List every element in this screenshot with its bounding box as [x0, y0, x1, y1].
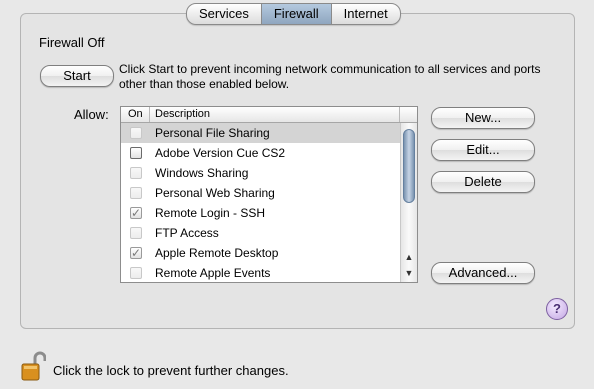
table-row[interactable]: Personal Web Sharing: [121, 183, 400, 203]
tab-bar: Services Firewall Internet: [186, 3, 401, 25]
new-button[interactable]: New...: [431, 107, 535, 129]
start-button[interactable]: Start: [40, 65, 114, 87]
checked-checkbox[interactable]: ✓: [130, 247, 142, 259]
allow-table: On Description Personal File Sharing Adob…: [120, 106, 418, 283]
row-label: Adobe Version Cue CS2: [155, 146, 286, 160]
row-label: Remote Apple Events: [155, 266, 271, 280]
tab-services[interactable]: Services: [187, 4, 261, 24]
checkbox[interactable]: [130, 187, 142, 199]
table-row[interactable]: Adobe Version Cue CS2: [121, 143, 400, 163]
row-label: FTP Access: [155, 226, 219, 240]
table-row[interactable]: Remote Apple Events: [121, 263, 400, 282]
scroll-down-arrow-icon[interactable]: ▼: [401, 266, 417, 280]
table-row[interactable]: ✓ Apple Remote Desktop: [121, 243, 400, 263]
row-label: Apple Remote Desktop: [155, 246, 279, 260]
row-label: Personal Web Sharing: [155, 186, 275, 200]
checkbox[interactable]: [130, 127, 142, 139]
table-row[interactable]: Windows Sharing: [121, 163, 400, 183]
column-header-on[interactable]: On: [121, 107, 150, 122]
tab-firewall[interactable]: Firewall: [260, 4, 331, 24]
column-header-description[interactable]: Description: [151, 107, 400, 122]
row-label: Windows Sharing: [155, 166, 249, 180]
help-button[interactable]: ?: [546, 298, 568, 320]
advanced-button[interactable]: Advanced...: [431, 262, 535, 284]
checked-checkbox[interactable]: ✓: [130, 207, 142, 219]
checkbox[interactable]: [130, 267, 142, 279]
delete-button[interactable]: Delete: [431, 171, 535, 193]
table-row[interactable]: ✓ Remote Login - SSH: [121, 203, 400, 223]
unlocked-padlock-icon[interactable]: [20, 350, 46, 382]
checkbox[interactable]: [130, 147, 142, 159]
scrollbar-thumb[interactable]: [403, 129, 415, 203]
table-scrollbar[interactable]: ▲ ▼: [400, 123, 417, 282]
scroll-up-arrow-icon[interactable]: ▲: [401, 250, 417, 264]
tab-internet[interactable]: Internet: [330, 4, 400, 24]
checkbox[interactable]: [130, 167, 142, 179]
table-rows: Personal File Sharing Adobe Version Cue C…: [121, 123, 400, 282]
row-label: Remote Login - SSH: [155, 206, 266, 220]
checkbox[interactable]: [130, 227, 142, 239]
table-row[interactable]: Personal File Sharing: [121, 123, 400, 143]
firewall-description: Click Start to prevent incoming network …: [119, 62, 541, 91]
table-row[interactable]: FTP Access: [121, 223, 400, 243]
table-header: On Description: [121, 107, 417, 123]
allow-label: Allow:: [74, 107, 109, 122]
row-label: Personal File Sharing: [155, 126, 270, 140]
lock-message: Click the lock to prevent further change…: [53, 363, 289, 378]
firewall-status: Firewall Off: [39, 35, 105, 50]
edit-button[interactable]: Edit...: [431, 139, 535, 161]
